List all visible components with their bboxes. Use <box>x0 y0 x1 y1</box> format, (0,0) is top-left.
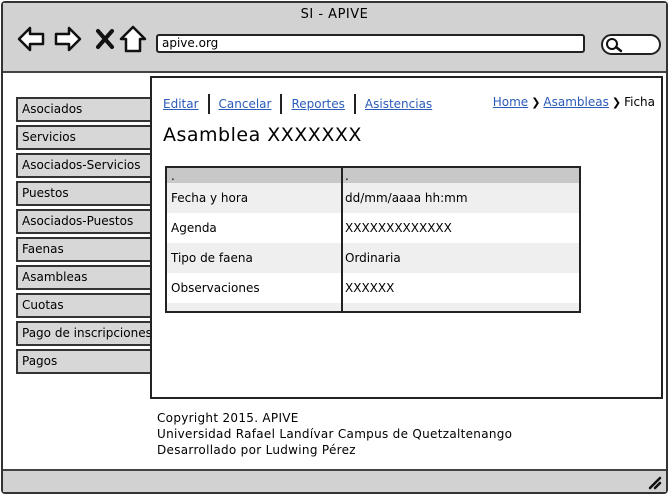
table-row: Fecha y hora dd/mm/aaaa hh:mm <box>167 183 579 213</box>
divider <box>207 94 210 114</box>
table-row <box>167 303 579 311</box>
sidebar-item-faenas[interactable]: Faenas <box>16 237 152 262</box>
breadcrumb-current: Ficha <box>624 95 655 109</box>
sidebar-item-puestos[interactable]: Puestos <box>16 181 152 206</box>
row-value: dd/mm/aaaa hh:mm <box>345 191 468 205</box>
footer-university: Universidad Rafael Landívar Campus de Qu… <box>157 427 513 441</box>
divider <box>280 94 283 114</box>
reports-link[interactable]: Reportes <box>291 97 344 111</box>
cancel-link[interactable]: Cancelar <box>219 97 272 111</box>
row-label: Agenda <box>171 221 217 235</box>
search-icon <box>606 38 623 53</box>
sidebar-item-asociados-puestos[interactable]: Asociados-Puestos <box>16 209 152 234</box>
detail-table: . . Fecha y hora dd/mm/aaaa hh:mm Agenda… <box>165 166 581 313</box>
footer: Copyright 2015. APIVE Universidad Rafael… <box>157 410 512 458</box>
status-bar <box>3 469 666 492</box>
row-label: Observaciones <box>171 281 260 295</box>
home-icon[interactable] <box>119 25 147 53</box>
sidebar-item-servicios[interactable]: Servicios <box>16 125 152 150</box>
column-divider <box>341 168 343 311</box>
sidebar-item-asociados-servicios[interactable]: Asociados-Servicios <box>16 153 152 178</box>
sidebar: Asociados Servicios Asociados-Servicios … <box>16 97 152 377</box>
sidebar-item-pagos[interactable]: Pagos <box>16 349 152 374</box>
row-value: XXXXXXXXXXXXX <box>345 221 452 235</box>
row-value: XXXXXX <box>345 281 395 295</box>
sidebar-item-cuotas[interactable]: Cuotas <box>16 293 152 318</box>
resize-handle-icon[interactable] <box>646 474 662 490</box>
arrow-left-icon[interactable] <box>17 25 45 53</box>
table-row: Agenda XXXXXXXXXXXXX <box>167 213 579 243</box>
table-header: . . <box>167 168 579 183</box>
row-label: Fecha y hora <box>171 191 249 205</box>
footer-author: Desarrollado por Ludwing Pérez <box>157 443 356 457</box>
address-bar[interactable]: apive.org <box>156 34 585 53</box>
content-panel: Editar Cancelar Reportes Asistencias Hom… <box>150 76 663 399</box>
breadcrumb-asambleas[interactable]: Asambleas <box>543 95 608 109</box>
footer-copyright: Copyright 2015. APIVE <box>157 411 299 425</box>
arrow-right-icon[interactable] <box>54 25 82 53</box>
page-title: Asamblea XXXXXXX <box>163 124 362 146</box>
title-bar: SI - APIVE apive.org <box>3 3 666 73</box>
row-value: Ordinaria <box>345 251 401 265</box>
edit-link[interactable]: Editar <box>163 97 199 111</box>
search-field[interactable] <box>601 34 661 55</box>
chevron-right-icon: ❯ <box>611 95 622 109</box>
sidebar-item-asambleas[interactable]: Asambleas <box>16 265 152 290</box>
breadcrumb: Home ❯ Asambleas ❯ Ficha <box>493 95 655 109</box>
chevron-right-icon: ❯ <box>531 95 541 109</box>
divider <box>353 94 356 114</box>
sidebar-item-pago-inscripciones[interactable]: Pago de inscripciones <box>16 321 152 346</box>
sidebar-item-asociados[interactable]: Asociados <box>16 97 152 122</box>
close-icon[interactable] <box>91 25 119 53</box>
row-label: Tipo de faena <box>171 251 253 265</box>
table-row: Tipo de faena Ordinaria <box>167 243 579 273</box>
table-row: Observaciones XXXXXX <box>167 273 579 303</box>
attendance-link[interactable]: Asistencias <box>365 97 432 111</box>
window-title: SI - APIVE <box>300 7 369 22</box>
breadcrumb-home[interactable]: Home <box>493 95 528 109</box>
action-links: Editar Cancelar Reportes Asistencias <box>163 94 432 114</box>
